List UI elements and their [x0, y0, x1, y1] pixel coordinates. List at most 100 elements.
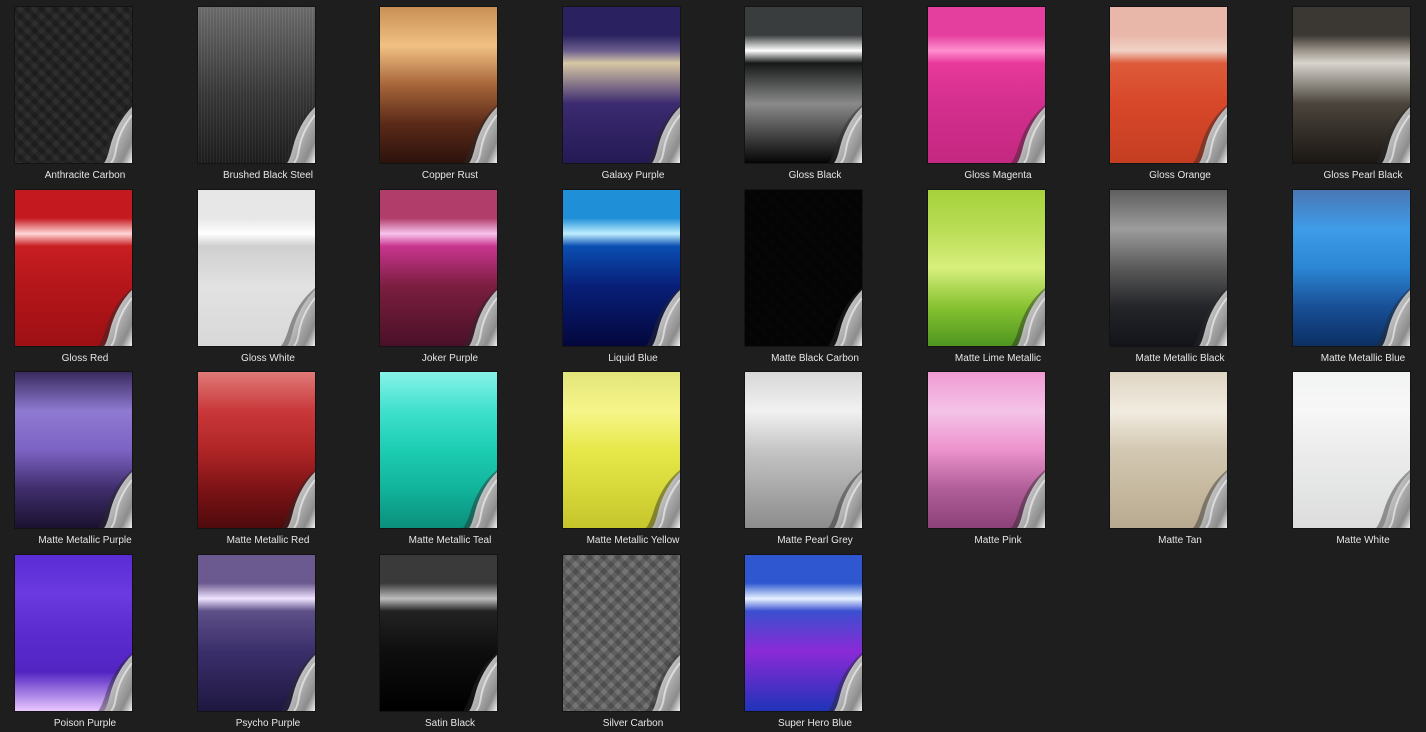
peel-corner-icon [1193, 105, 1227, 163]
peel-corner-icon [98, 105, 132, 163]
swatch-label: Gloss Magenta [964, 170, 1032, 181]
swatch-image [928, 190, 1045, 346]
swatch-tile-gloss-white[interactable]: Gloss White [183, 183, 353, 365]
swatch-tile-silver-carbon[interactable]: Silver Carbon [548, 548, 718, 730]
swatch-label: Matte Black Carbon [771, 353, 859, 364]
swatch-image [380, 555, 497, 711]
peel-corner-icon [646, 470, 680, 528]
swatch-tile-matte-black-carbon[interactable]: Matte Black Carbon [730, 183, 900, 365]
peel-corner-icon [1011, 470, 1045, 528]
swatch-label: Matte Metallic Blue [1320, 353, 1406, 364]
peel-corner-icon [828, 288, 862, 346]
peel-corner-icon [828, 653, 862, 711]
swatch-image [745, 555, 862, 711]
swatch-tile-gloss-red[interactable]: Gloss Red [0, 183, 170, 365]
swatch-label: Matte Metallic Teal [408, 535, 492, 546]
swatch-tile-galaxy-purple[interactable]: Galaxy Purple [548, 0, 718, 182]
swatch-image [15, 190, 132, 346]
peel-corner-icon [646, 105, 680, 163]
swatch-tile-matte-metallic-yellow[interactable]: Matte Metallic Yellow [548, 365, 718, 547]
swatch-tile-satin-black[interactable]: Satin Black [365, 548, 535, 730]
swatch-label: Matte Metallic Red [226, 535, 310, 546]
swatch-image [1110, 7, 1227, 163]
swatch-label: Super Hero Blue [778, 718, 852, 729]
swatch-tile-matte-pink[interactable]: Matte Pink [913, 365, 1083, 547]
swatch-label: Anthracite Carbon [44, 170, 126, 181]
swatch-tile-matte-lime-metallic[interactable]: Matte Lime Metallic [913, 183, 1083, 365]
swatch-tile-gloss-black[interactable]: Gloss Black [730, 0, 900, 182]
swatch-tile-matte-metallic-black[interactable]: Matte Metallic Black [1095, 183, 1265, 365]
swatch-image [15, 555, 132, 711]
swatch-image [1293, 372, 1410, 528]
swatch-tile-gloss-magenta[interactable]: Gloss Magenta [913, 0, 1083, 182]
swatch-grid: Anthracite Carbon Brushed Black Steel Co… [0, 0, 1426, 732]
swatch-label: Matte Lime Metallic [954, 353, 1042, 364]
swatch-image [563, 372, 680, 528]
swatch-tile-super-hero-blue[interactable]: Super Hero Blue [730, 548, 900, 730]
swatch-image [1110, 190, 1227, 346]
swatch-label: Matte Tan [1158, 535, 1202, 546]
swatch-image [928, 7, 1045, 163]
peel-corner-icon [98, 288, 132, 346]
swatch-label: Matte White [1336, 535, 1390, 546]
swatch-image [198, 372, 315, 528]
swatch-tile-matte-metallic-purple[interactable]: Matte Metallic Purple [0, 365, 170, 547]
swatch-label: Gloss White [241, 353, 295, 364]
peel-corner-icon [281, 105, 315, 163]
swatch-image [745, 7, 862, 163]
peel-corner-icon [281, 470, 315, 528]
swatch-tile-anthracite-carbon[interactable]: Anthracite Carbon [0, 0, 170, 182]
swatch-tile-joker-purple[interactable]: Joker Purple [365, 183, 535, 365]
peel-corner-icon [463, 653, 497, 711]
swatch-image [15, 372, 132, 528]
peel-corner-icon [281, 288, 315, 346]
swatch-tile-matte-pearl-grey[interactable]: Matte Pearl Grey [730, 365, 900, 547]
swatch-tile-liquid-blue[interactable]: Liquid Blue [548, 183, 718, 365]
swatch-label: Gloss Red [61, 353, 109, 364]
peel-corner-icon [463, 105, 497, 163]
swatch-image [1293, 190, 1410, 346]
peel-corner-icon [1376, 105, 1410, 163]
swatch-image [1110, 372, 1227, 528]
swatch-image [198, 7, 315, 163]
peel-corner-icon [463, 288, 497, 346]
swatch-tile-gloss-orange[interactable]: Gloss Orange [1095, 0, 1265, 182]
swatch-image [15, 7, 132, 163]
swatch-tile-matte-tan[interactable]: Matte Tan [1095, 365, 1265, 547]
swatch-image [198, 190, 315, 346]
swatch-label: Silver Carbon [602, 718, 664, 729]
swatch-tile-matte-white[interactable]: Matte White [1278, 365, 1426, 547]
peel-corner-icon [1011, 105, 1045, 163]
swatch-tile-matte-metallic-teal[interactable]: Matte Metallic Teal [365, 365, 535, 547]
swatch-tile-gloss-pearl-black[interactable]: Gloss Pearl Black [1278, 0, 1426, 182]
swatch-image [563, 7, 680, 163]
swatch-label: Gloss Orange [1149, 170, 1211, 181]
peel-corner-icon [98, 470, 132, 528]
swatch-image [380, 372, 497, 528]
swatch-image [745, 372, 862, 528]
swatch-label: Gloss Black [788, 170, 842, 181]
swatch-label: Matte Pearl Grey [777, 535, 853, 546]
peel-corner-icon [1376, 288, 1410, 346]
peel-corner-icon [281, 653, 315, 711]
swatch-label: Gloss Pearl Black [1323, 170, 1403, 181]
swatch-label: Matte Metallic Black [1135, 353, 1225, 364]
peel-corner-icon [828, 470, 862, 528]
swatch-label: Liquid Blue [608, 353, 658, 364]
swatch-tile-poison-purple[interactable]: Poison Purple [0, 548, 170, 730]
swatch-tile-matte-metallic-blue[interactable]: Matte Metallic Blue [1278, 183, 1426, 365]
swatch-label: Psycho Purple [235, 718, 301, 729]
swatch-tile-brushed-black-steel[interactable]: Brushed Black Steel [183, 0, 353, 182]
peel-corner-icon [1193, 470, 1227, 528]
swatch-image [380, 190, 497, 346]
swatch-tile-copper-rust[interactable]: Copper Rust [365, 0, 535, 182]
peel-corner-icon [1193, 288, 1227, 346]
swatch-label: Satin Black [424, 718, 476, 729]
swatch-tile-matte-metallic-red[interactable]: Matte Metallic Red [183, 365, 353, 547]
swatch-label: Brushed Black Steel [222, 170, 314, 181]
swatch-tile-psycho-purple[interactable]: Psycho Purple [183, 548, 353, 730]
swatch-image [745, 190, 862, 346]
peel-corner-icon [646, 288, 680, 346]
peel-corner-icon [646, 653, 680, 711]
swatch-label: Matte Metallic Yellow [586, 535, 680, 546]
